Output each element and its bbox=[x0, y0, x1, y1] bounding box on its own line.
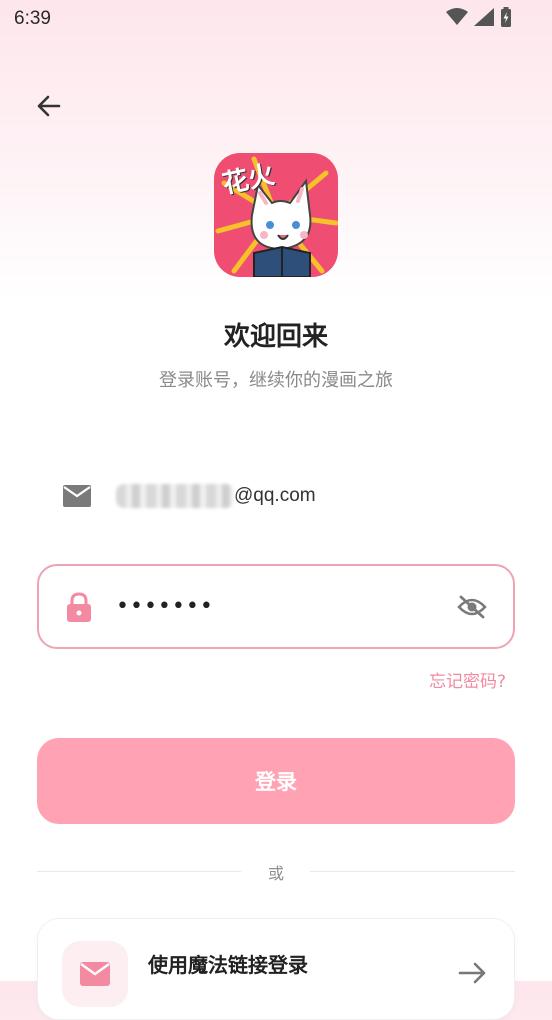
app-logo: 花火 bbox=[214, 153, 338, 277]
magic-link-login-button[interactable]: 使用魔法链接登录 bbox=[37, 918, 515, 1020]
magic-link-icon-container bbox=[62, 941, 128, 1007]
magic-link-label: 使用魔法链接登录 bbox=[148, 953, 308, 977]
forgot-password-link[interactable]: 忘记密码? bbox=[429, 667, 506, 692]
status-time: 6:39 bbox=[14, 8, 51, 29]
wifi-icon bbox=[446, 8, 468, 25]
arrow-right-icon bbox=[458, 962, 486, 984]
back-button[interactable] bbox=[30, 88, 66, 124]
login-button[interactable]: 登录 bbox=[37, 738, 515, 824]
arrow-left-icon bbox=[37, 95, 61, 117]
status-icons bbox=[446, 7, 512, 27]
lock-icon bbox=[66, 591, 94, 623]
divider-line-right bbox=[310, 871, 515, 872]
mail-icon bbox=[80, 962, 110, 986]
battery-charging-icon bbox=[501, 7, 511, 27]
password-input[interactable] bbox=[114, 593, 457, 620]
mail-icon bbox=[62, 482, 94, 510]
email-value: @qq.com bbox=[234, 485, 316, 506]
signal-icon bbox=[474, 8, 494, 26]
page-subtitle: 登录账号，继续你的漫画之旅 bbox=[159, 370, 393, 391]
email-field[interactable]: @qq.com bbox=[38, 466, 514, 526]
email-blurred-part bbox=[116, 484, 234, 508]
divider-text: 或 bbox=[267, 864, 284, 883]
page-title: 欢迎回来 bbox=[223, 322, 328, 352]
password-field[interactable] bbox=[37, 564, 515, 649]
eye-off-icon[interactable] bbox=[457, 594, 487, 620]
